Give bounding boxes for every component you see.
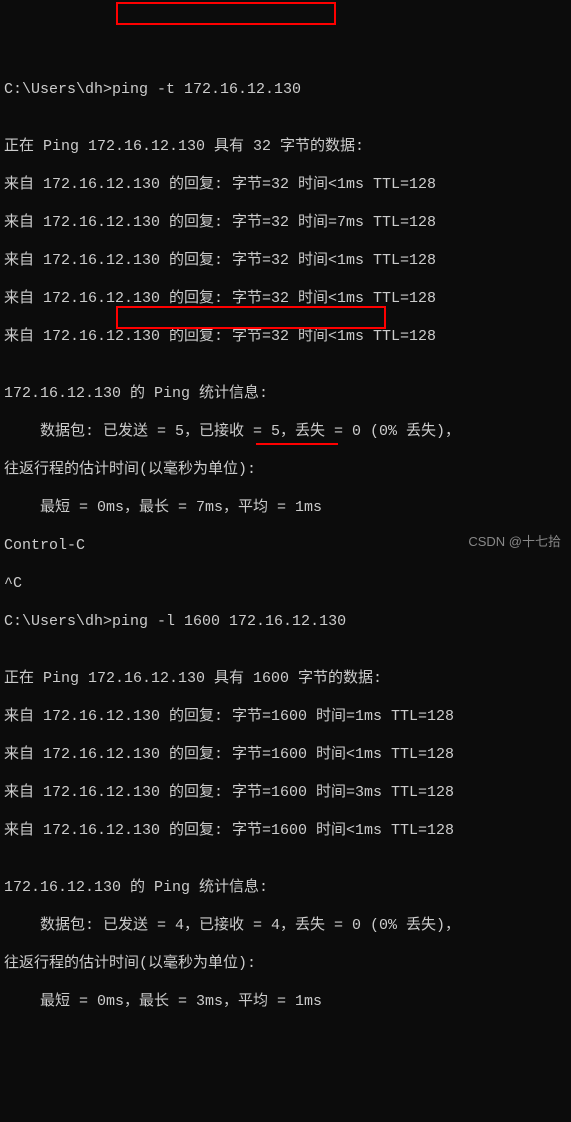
terminal-line-prompt1: C:\Users\dh>ping -t 172.16.12.130 xyxy=(4,80,567,99)
terminal-line-caret-c: ^C xyxy=(4,574,567,593)
terminal-line: 来自 172.16.12.130 的回复: 字节=1600 时间<1ms TTL… xyxy=(4,821,567,840)
terminal-line: 来自 172.16.12.130 的回复: 字节=1600 时间=1ms TTL… xyxy=(4,707,567,726)
terminal-line: 172.16.12.130 的 Ping 统计信息: xyxy=(4,878,567,897)
terminal-line: 数据包: 已发送 = 5，已接收 = 5，丢失 = 0 (0% 丢失)， xyxy=(4,422,567,441)
terminal-line: 最短 = 0ms，最长 = 3ms，平均 = 1ms xyxy=(4,992,567,1011)
command-text: ping -t 172.16.12.130 xyxy=(112,81,301,98)
highlight-box-command2 xyxy=(116,306,386,329)
terminal-line: 来自 172.16.12.130 的回复: 字节=1600 时间<1ms TTL… xyxy=(4,745,567,764)
terminal-line: 最短 = 0ms，最长 = 7ms，平均 = 1ms xyxy=(4,498,567,517)
terminal-line: 来自 172.16.12.130 的回复: 字节=32 时间<1ms TTL=1… xyxy=(4,175,567,194)
terminal-line: 往返行程的估计时间(以毫秒为单位): xyxy=(4,954,567,973)
prompt-prefix: C:\Users\dh> xyxy=(4,81,112,98)
watermark-text: CSDN @十七拾 xyxy=(468,532,561,551)
highlight-underline-bytes xyxy=(256,443,338,445)
terminal-line: 正在 Ping 172.16.12.130 具有 1600 字节的数据: xyxy=(4,669,567,688)
prompt-prefix: C:\Users\dh> xyxy=(4,613,112,630)
terminal-line: 数据包: 已发送 = 4，已接收 = 4，丢失 = 0 (0% 丢失)， xyxy=(4,916,567,935)
terminal-line: 来自 172.16.12.130 的回复: 字节=1600 时间=3ms TTL… xyxy=(4,783,567,802)
terminal-line: 来自 172.16.12.130 的回复: 字节=32 时间<1ms TTL=1… xyxy=(4,251,567,270)
terminal-line: 172.16.12.130 的 Ping 统计信息: xyxy=(4,384,567,403)
terminal-line: 来自 172.16.12.130 的回复: 字节=32 时间=7ms TTL=1… xyxy=(4,213,567,232)
terminal-line: 往返行程的估计时间(以毫秒为单位): xyxy=(4,460,567,479)
terminal-line: 来自 172.16.12.130 的回复: 字节=32 时间<1ms TTL=1… xyxy=(4,327,567,346)
highlight-box-command1 xyxy=(116,2,336,25)
terminal-line: 正在 Ping 172.16.12.130 具有 32 字节的数据: xyxy=(4,137,567,156)
command-text: ping -l 1600 172.16.12.130 xyxy=(112,613,346,630)
terminal-line-prompt2: C:\Users\dh>ping -l 1600 172.16.12.130 xyxy=(4,612,567,631)
